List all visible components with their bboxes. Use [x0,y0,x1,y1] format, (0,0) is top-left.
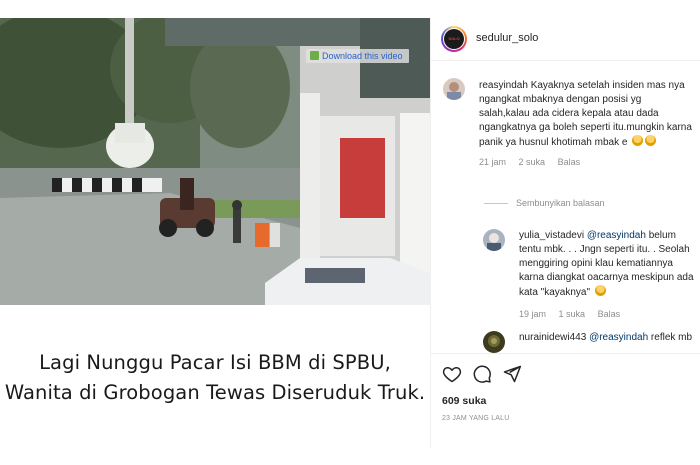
comment-mention[interactable]: @reasyindah [589,332,648,343]
video-frame[interactable]: Download this video [0,18,430,305]
praying-emoji-icon [632,135,644,146]
avatar[interactable] [483,331,505,353]
post-media: Download this video Lagi Nunggu Pacar Is… [0,18,430,448]
comment-mention[interactable]: @reasyindah [587,230,646,241]
comment-time: 21 jam [479,157,507,167]
avatar[interactable] [483,229,505,251]
hide-replies-button[interactable]: Sembunyikan balasan [484,198,605,208]
comment-icon[interactable] [472,364,492,384]
download-video-badge[interactable]: Download this video [306,49,409,63]
comment-text: nurainidewi443 @reasyindah reflek mb [519,331,695,345]
comment-body: reflek mb [650,332,693,343]
account-username[interactable]: sedulur_solo [476,32,538,44]
comment-username[interactable]: nurainidewi443 [519,332,586,343]
post-header: SOLO sedulur_solo [431,18,700,61]
comment-meta: 21 jam 2 suka Balas [479,157,590,167]
comment-time: 19 jam [519,309,547,319]
post-timestamp: 23 JAM YANG LALU [442,415,510,422]
caption-line-2: Wanita di Grobogan Tewas Diseruduk Truk. [4,381,426,404]
post-sidebar: SOLO sedulur_solo reasyindah Kayaknya se… [430,18,700,448]
heart-icon[interactable] [442,364,462,384]
avatar[interactable] [443,78,465,100]
reply-button[interactable]: Balas [558,157,581,167]
caption-line-1: Lagi Nunggu Pacar Isi BBM di SPBU, [39,351,391,374]
comment-username[interactable]: reasyindah [479,80,528,91]
comment-text: yulia_vistadevi @reasyindah belum tentu … [519,229,695,300]
praying-emoji-icon [645,135,657,146]
download-icon [310,51,319,60]
video-caption: Lagi Nunggu Pacar Isi BBM di SPBU, Wanit… [0,318,430,448]
comment-likes[interactable]: 2 suka [519,157,546,167]
likes-count[interactable]: 609 suka [442,395,486,407]
instagram-post: Download this video Lagi Nunggu Pacar Is… [0,0,700,465]
post-actions: 609 suka 23 JAM YANG LALU [431,353,700,449]
comment-text: reasyindah Kayaknya setelah insiden mas … [479,79,694,150]
share-icon[interactable] [502,364,522,384]
account-logo-icon: SOLO [444,29,464,49]
reply-button[interactable]: Balas [598,309,621,319]
comment-reply: nurainidewi443 @reasyindah reflek mb [431,329,700,353]
comment-likes[interactable]: 1 suka [559,309,586,319]
comment-meta: 19 jam 1 suka Balas [519,309,630,319]
praying-emoji-icon [594,285,606,296]
account-avatar[interactable]: SOLO [441,26,467,52]
comment: reasyindah Kayaknya setelah insiden mas … [431,61,700,186]
comment-reply: yulia_vistadevi @reasyindah belum tentu … [431,221,700,321]
comment-username[interactable]: yulia_vistadevi [519,230,584,241]
comments-list: reasyindah Kayaknya setelah insiden mas … [431,61,700,353]
